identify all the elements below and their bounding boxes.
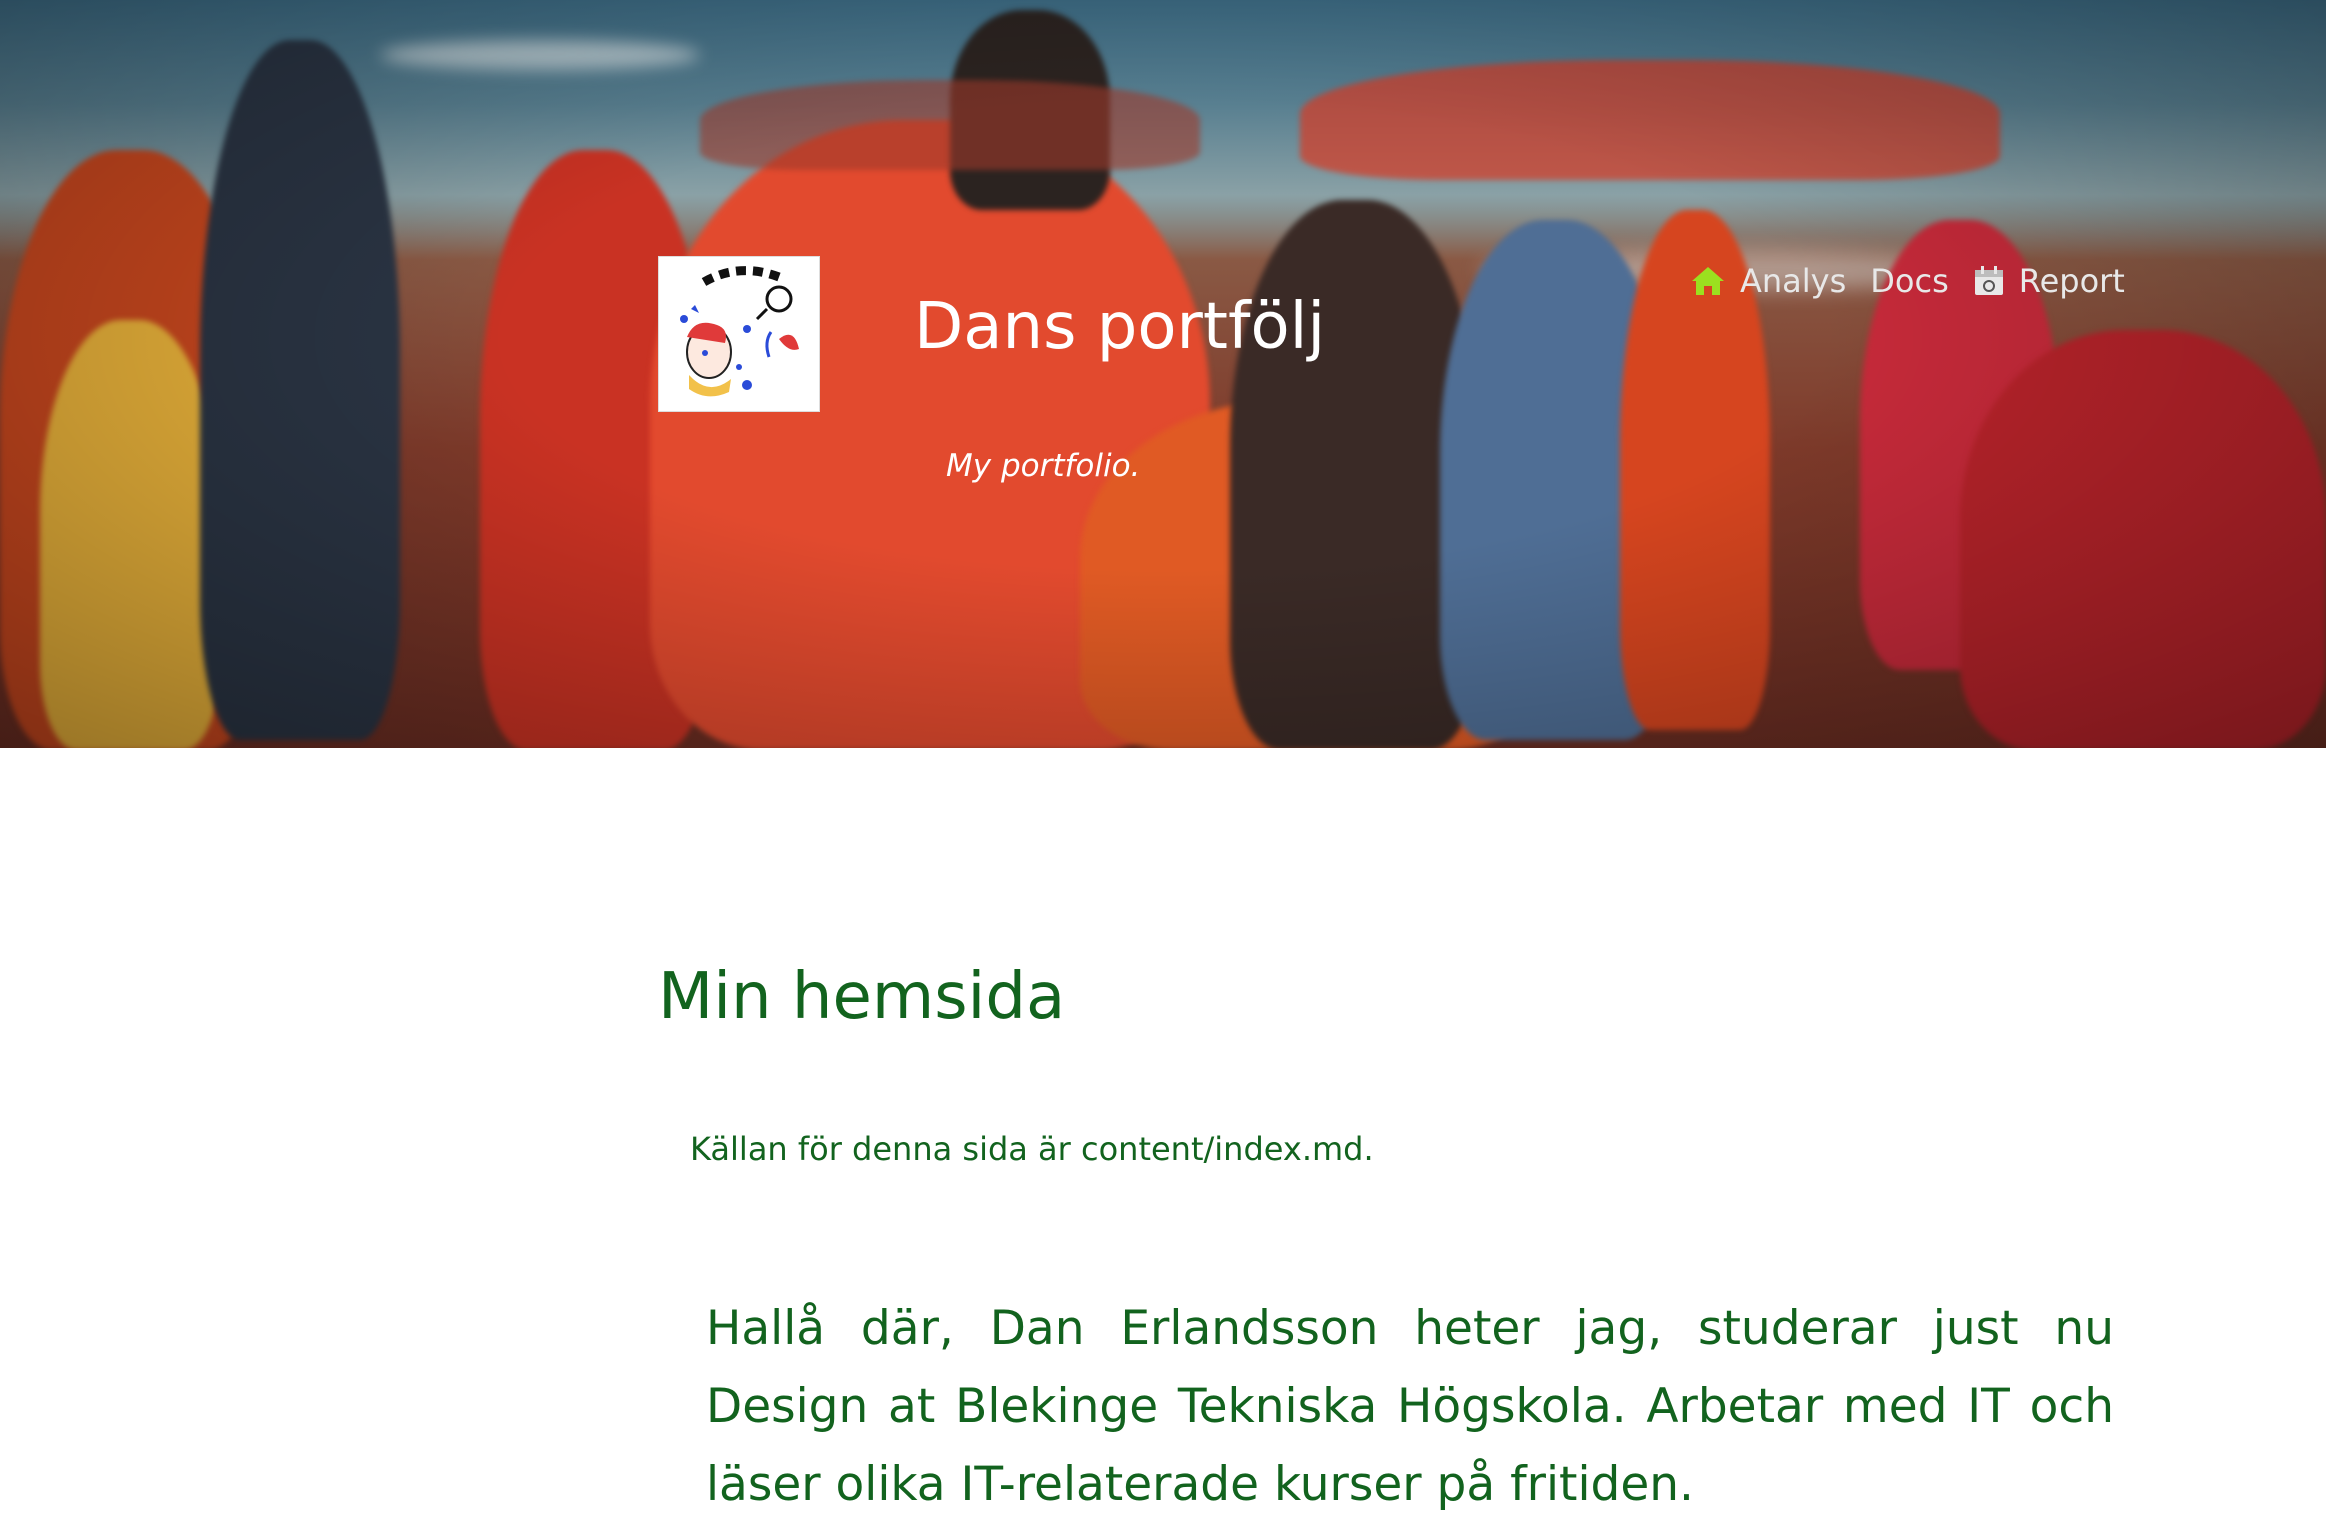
nav-item-docs[interactable]: Docs xyxy=(1870,262,1948,300)
site-header: Dans portfölj My portfolio. Analys Docs xyxy=(0,0,2326,748)
nav-item-report[interactable]: Report xyxy=(1973,262,2125,300)
header-background-photo xyxy=(0,0,2326,748)
nav-item-label: Docs xyxy=(1870,262,1949,300)
calendar-icon xyxy=(1974,266,2003,295)
home-icon xyxy=(1692,267,1724,295)
page-title: Min hemsida xyxy=(658,960,1066,1034)
intro-paragraph: Hallå där, Dan Erlandsson heter jag, stu… xyxy=(706,1301,2114,1512)
site-logo[interactable] xyxy=(658,256,820,412)
page: Dans portfölj My portfolio. Analys Docs xyxy=(0,0,2326,1522)
logo-illustration xyxy=(680,266,799,397)
nav-item-analys[interactable]: Analys xyxy=(1690,262,1846,300)
navbar: Analys Docs Report xyxy=(1690,262,2125,300)
source-note: Källan för denna sida är content/index.m… xyxy=(690,1130,1374,1168)
site-slogan: My portfolio. xyxy=(946,448,1141,484)
nav-item-label: Analys xyxy=(1740,262,1847,300)
nav-item-label: Report xyxy=(2018,262,2125,300)
site-title[interactable]: Dans portfölj xyxy=(914,290,1325,364)
